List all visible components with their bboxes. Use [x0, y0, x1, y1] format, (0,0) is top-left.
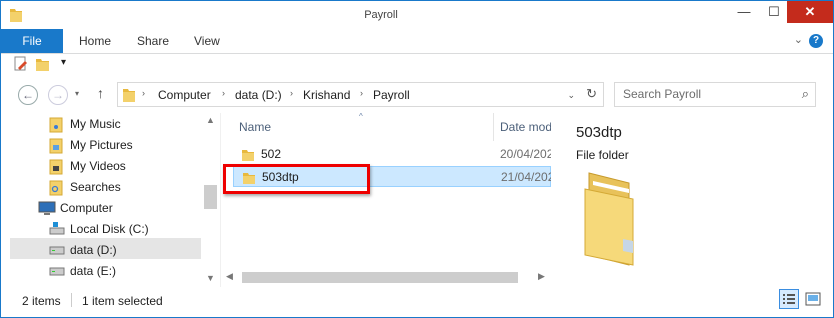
- search-box[interactable]: ⌕: [614, 82, 816, 107]
- sort-ascending-icon: ^: [359, 113, 363, 121]
- preview-title: 503dtp: [576, 124, 622, 141]
- scroll-down-icon[interactable]: ▼: [206, 273, 215, 283]
- breadcrumb-krishand[interactable]: Krishand: [303, 88, 350, 102]
- scroll-up-icon[interactable]: ▲: [206, 115, 215, 125]
- status-divider: [71, 293, 72, 307]
- breadcrumb-separator[interactable]: ›: [142, 88, 145, 98]
- breadcrumb-separator[interactable]: ›: [222, 88, 225, 98]
- preview-type: File folder: [576, 148, 629, 162]
- tab-view[interactable]: View: [194, 29, 220, 53]
- up-button[interactable]: ↑: [97, 85, 104, 101]
- scroll-left-icon[interactable]: ◀: [226, 271, 233, 282]
- scroll-thumb[interactable]: [242, 272, 518, 283]
- quick-access-toolbar: ▾: [1, 54, 833, 76]
- properties-icon[interactable]: [13, 56, 29, 75]
- annotation-highlight-box: [223, 164, 370, 194]
- back-button[interactable]: ←: [18, 85, 38, 105]
- file-name: 502: [261, 147, 282, 161]
- file-list: ^ Name Date mod 502 20/04/202 503dtp 21/…: [220, 113, 551, 287]
- drive-icon: [49, 243, 65, 264]
- recent-locations-icon[interactable]: ▾: [75, 89, 79, 98]
- music-folder-icon: [49, 117, 63, 140]
- details-view-icon[interactable]: [779, 289, 799, 309]
- help-icon[interactable]: ?: [809, 34, 823, 48]
- large-folder-icon: [579, 169, 641, 270]
- address-row: ← → ▾ ↑ › Computer › data (D:) › Krishan…: [1, 79, 833, 111]
- column-header-name[interactable]: Name: [239, 113, 271, 141]
- videos-folder-icon: [49, 159, 63, 182]
- status-bar: 2 items 1 item selected: [1, 288, 833, 314]
- breadcrumb-separator[interactable]: ›: [360, 88, 363, 98]
- computer-icon: [38, 201, 56, 224]
- address-bar[interactable]: › Computer › data (D:) › Krishand › Payr…: [117, 82, 604, 107]
- scroll-right-icon[interactable]: ▶: [538, 271, 545, 282]
- customize-toolbar-icon[interactable]: ▾: [61, 57, 66, 68]
- file-row-502[interactable]: 502 20/04/202: [233, 144, 551, 165]
- address-history-icon[interactable]: ⌄: [567, 90, 575, 101]
- search-input[interactable]: [623, 87, 793, 101]
- tab-share[interactable]: Share: [137, 29, 169, 53]
- file-list-hscrollbar[interactable]: ◀ ▶: [220, 269, 550, 286]
- breadcrumb-data-d[interactable]: data (D:): [235, 88, 282, 102]
- preview-pane: 503dtp File folder: [551, 113, 833, 287]
- status-selection: 1 item selected: [82, 294, 163, 308]
- forward-button[interactable]: →: [48, 85, 68, 105]
- status-item-count: 2 items: [22, 294, 61, 308]
- column-divider[interactable]: [493, 113, 494, 141]
- file-date: 21/04/202: [501, 170, 551, 184]
- expand-ribbon-icon[interactable]: ⌄: [794, 33, 803, 46]
- window-title: Payroll: [364, 9, 398, 21]
- new-folder-icon[interactable]: [35, 56, 51, 75]
- breadcrumb-separator[interactable]: ›: [290, 88, 293, 98]
- minimize-button[interactable]: —: [729, 1, 759, 23]
- tab-home[interactable]: Home: [79, 29, 111, 53]
- drive-icon: [49, 222, 65, 243]
- title-bar: Payroll — ☐ ✕: [1, 1, 833, 29]
- file-date: 20/04/202: [500, 147, 551, 161]
- ribbon-tabs: File Home Share View ⌄ ?: [1, 29, 833, 54]
- column-header-date-modified[interactable]: Date mod: [500, 113, 551, 141]
- pictures-folder-icon: [49, 138, 63, 161]
- large-icons-view-icon[interactable]: [803, 289, 823, 309]
- scroll-thumb[interactable]: [204, 185, 217, 209]
- tab-file[interactable]: File: [1, 29, 63, 53]
- search-icon[interactable]: ⌕: [802, 86, 809, 102]
- breadcrumb-payroll[interactable]: Payroll: [373, 88, 410, 102]
- close-button[interactable]: ✕: [787, 1, 833, 23]
- refresh-icon[interactable]: ↻: [586, 86, 597, 102]
- drive-icon: [49, 264, 65, 285]
- breadcrumb-computer[interactable]: Computer: [158, 88, 211, 102]
- nav-pane-scrollbar[interactable]: ▲ ▼: [202, 113, 219, 287]
- navigation-pane: My Music My Pictures My Videos Searches …: [1, 113, 219, 287]
- maximize-button[interactable]: ☐: [759, 1, 789, 23]
- explorer-window: Payroll — ☐ ✕ File Home Share View ⌄ ? ▾…: [0, 0, 834, 318]
- folder-icon: [122, 87, 136, 106]
